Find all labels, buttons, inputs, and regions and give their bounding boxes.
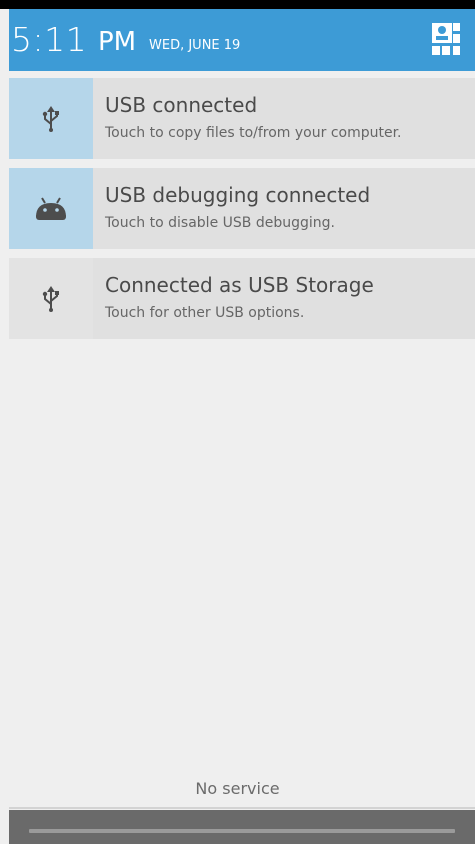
usb-icon: [9, 258, 93, 339]
notification-usb-storage[interactable]: Connected as USB Storage Touch for other…: [9, 258, 475, 339]
clock-ampm: PM: [98, 27, 137, 57]
notification-header: 5:11 PM WED, JUNE 19: [9, 9, 475, 71]
notification-usb-debugging[interactable]: USB debugging connected Touch to disable…: [9, 168, 475, 249]
quick-settings-icon[interactable]: [432, 23, 460, 55]
notification-list: USB connected Touch to copy files to/fro…: [9, 78, 475, 348]
android-debug-icon: [9, 168, 93, 249]
service-status: No service: [195, 779, 280, 798]
clock-time: 5:11: [11, 20, 88, 59]
usb-icon: [9, 78, 93, 159]
status-bar: [0, 0, 475, 9]
notification-title: USB debugging connected: [105, 183, 371, 207]
notification-title: USB connected: [105, 93, 258, 117]
notification-subtitle: Touch to disable USB debugging.: [105, 215, 335, 231]
notification-subtitle: Touch to copy files to/from your compute…: [105, 125, 402, 141]
notification-usb-connected[interactable]: USB connected Touch to copy files to/fro…: [9, 78, 475, 159]
drag-handle[interactable]: [29, 829, 455, 833]
shade-handle-bar[interactable]: [9, 810, 475, 844]
notification-subtitle: Touch for other USB options.: [105, 305, 305, 321]
notification-title: Connected as USB Storage: [105, 273, 374, 297]
clock-date: WED, JUNE 19: [149, 38, 241, 53]
divider: [9, 807, 475, 809]
